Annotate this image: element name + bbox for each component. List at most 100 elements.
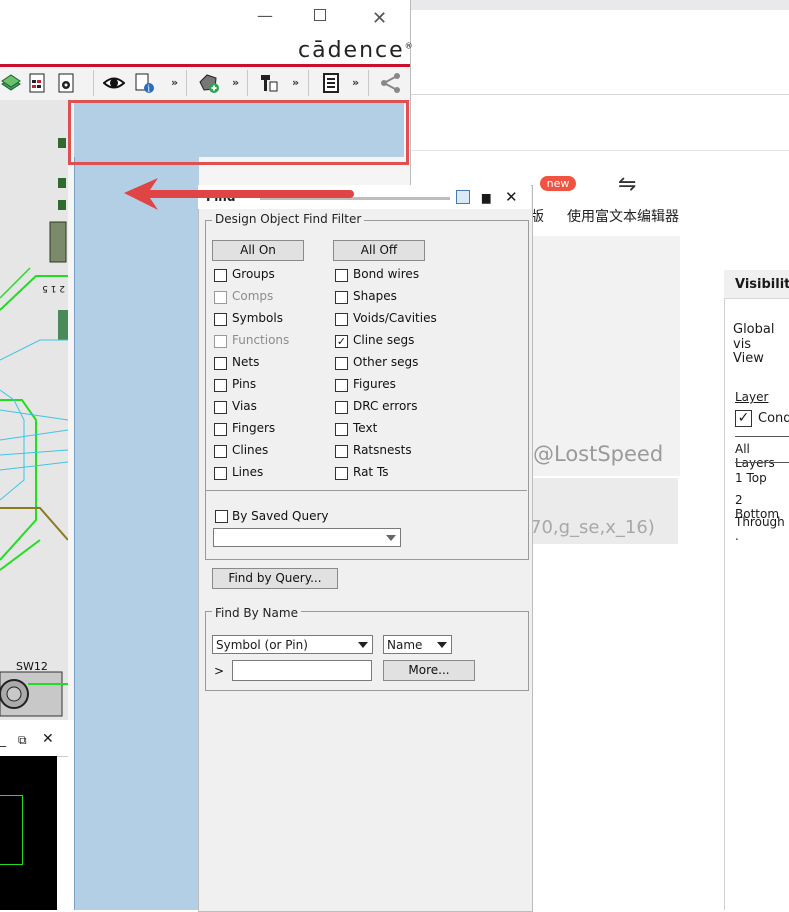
left-filter-label: Groups: [232, 267, 275, 281]
left-checkbox-7[interactable]: [214, 423, 227, 436]
right-filter-label: Rat Ts: [353, 465, 389, 479]
maximize-icon[interactable]: ▆: [482, 191, 490, 204]
toolbar-overflow-icon[interactable]: »: [171, 76, 178, 89]
object-type-value: Symbol (or Pin): [216, 638, 308, 652]
right-checkbox-2[interactable]: [335, 313, 348, 326]
close-icon[interactable]: ✕: [505, 188, 518, 206]
left-filter-label: Pins: [232, 377, 257, 391]
component-icon[interactable]: [258, 72, 280, 94]
svg-text:i: i: [147, 85, 150, 95]
find-by-name-legend: Find By Name: [212, 606, 301, 620]
toolbar-overflow-icon[interactable]: »: [352, 76, 359, 89]
view-label: View: [733, 351, 764, 366]
layer-column-header: Layer: [735, 390, 769, 404]
left-filter-label: Lines: [232, 465, 264, 479]
layers-icon[interactable]: [0, 72, 22, 94]
object-type-select[interactable]: Symbol (or Pin): [212, 635, 373, 654]
toolbar-overflow-icon[interactable]: »: [292, 76, 299, 89]
toolbar-separator: [186, 70, 187, 96]
right-checkbox-9[interactable]: [335, 467, 348, 480]
close-icon[interactable]: ✕: [42, 731, 54, 747]
toolbar-separator: [247, 70, 248, 96]
toolbar-separator: [368, 70, 369, 96]
right-filter-label: Cline segs: [353, 333, 415, 347]
minimize-button[interactable]: —: [257, 6, 273, 25]
right-checkbox-6[interactable]: [335, 401, 348, 414]
eye-icon[interactable]: [102, 72, 126, 94]
layer-row-top[interactable]: 1 Top: [735, 471, 767, 485]
right-checkbox-3[interactable]: ✓: [335, 335, 348, 348]
cadence-logo: cādence®: [298, 38, 415, 63]
divider: [410, 150, 789, 151]
share-icon[interactable]: [380, 72, 402, 94]
left-filter-label: Fingers: [232, 421, 276, 435]
right-filter-label: Other segs: [353, 355, 419, 369]
minimize-icon[interactable]: _: [0, 733, 6, 747]
report-icon[interactable]: [320, 72, 342, 94]
new-badge: new: [540, 176, 576, 191]
left-filter-label: Comps: [232, 289, 274, 303]
registered-mark: ®: [404, 41, 415, 51]
pcb-canvas[interactable]: 2 1 5 SW12: [0, 100, 68, 720]
left-filter-label: Functions: [232, 333, 290, 347]
right-filter-label: Bond wires: [353, 267, 420, 281]
divider: [410, 94, 789, 95]
restore-icon[interactable]: ⧉: [18, 733, 27, 748]
left-checkbox-1: [214, 291, 227, 304]
right-checkbox-7[interactable]: [335, 423, 348, 436]
left-checkbox-2[interactable]: [214, 313, 227, 326]
saved-query-select[interactable]: [213, 528, 401, 547]
toolbar-separator: [308, 70, 309, 96]
chevron-down-icon: [437, 642, 447, 648]
right-filter-label: Shapes: [353, 289, 397, 303]
right-filter-label: Ratsnests: [353, 443, 412, 457]
mini-window-titlebar: _ ⧉ ✕: [0, 728, 68, 757]
right-checkbox-0[interactable]: [335, 269, 348, 282]
left-checkbox-4[interactable]: [214, 357, 227, 370]
maximize-button[interactable]: [314, 9, 326, 21]
all-layers-row[interactable]: All Layers: [735, 442, 789, 470]
left-filter-label: Clines: [232, 443, 269, 457]
pcb-ref-label: SW12: [16, 660, 48, 673]
left-checkbox-9[interactable]: [214, 467, 227, 480]
conductors-checkbox[interactable]: ✓: [735, 410, 752, 427]
left-checkbox-5[interactable]: [214, 379, 227, 392]
name-input[interactable]: [232, 660, 372, 681]
left-filter-label: Nets: [232, 355, 260, 369]
layer-row-through[interactable]: Through .: [735, 515, 789, 543]
more-button[interactable]: More...: [383, 660, 475, 681]
info-document-icon[interactable]: i: [133, 72, 155, 95]
right-filter-label: Text: [353, 421, 378, 435]
name-mode-value: Name: [387, 638, 423, 652]
left-checkbox-8[interactable]: [214, 445, 227, 458]
divider: [735, 462, 789, 463]
settings-document-icon[interactable]: [55, 72, 77, 94]
find-by-query-button[interactable]: Find by Query...: [212, 568, 338, 589]
right-checkbox-4[interactable]: [335, 357, 348, 370]
dock-drop-zone: [74, 100, 199, 910]
global-visibility-label: Global vis: [733, 322, 775, 352]
add-shape-icon[interactable]: [198, 72, 220, 94]
right-checkbox-5[interactable]: [335, 379, 348, 392]
all-off-button[interactable]: All Off: [333, 240, 425, 261]
chevron-down-icon: [386, 535, 396, 541]
right-filter-label: Figures: [353, 377, 396, 391]
left-checkbox-6[interactable]: [214, 401, 227, 414]
right-checkbox-8[interactable]: [335, 445, 348, 458]
toolbar-overflow-icon[interactable]: »: [232, 76, 239, 89]
rich-text-editor-button[interactable]: 使用富文本编辑器: [567, 206, 679, 226]
right-filter-label: Voids/Cavities: [353, 311, 437, 325]
pcb-ref-label: 2 1 5: [42, 283, 65, 293]
close-button[interactable]: ✕: [372, 8, 387, 29]
watermark: @LostSpeed: [533, 442, 664, 466]
toolbar-separator: [93, 70, 94, 96]
board-outline: [0, 795, 23, 865]
saved-query-checkbox[interactable]: [215, 510, 228, 523]
all-on-button[interactable]: All On: [212, 240, 304, 261]
left-filter-label: Vias: [232, 399, 257, 413]
right-checkbox-1[interactable]: [335, 291, 348, 304]
browser-tabbar: [410, 0, 789, 10]
spreadsheet-icon[interactable]: [26, 72, 48, 94]
left-checkbox-0[interactable]: [214, 269, 227, 282]
swap-icon[interactable]: ⇋: [618, 172, 636, 197]
